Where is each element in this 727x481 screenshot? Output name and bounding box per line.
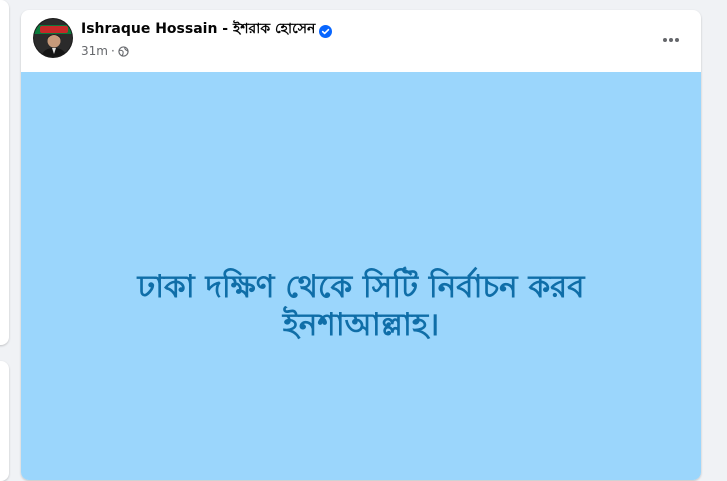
author-name-link[interactable]: Ishraque Hossain - ইশরাক হোসেন <box>81 17 315 41</box>
meta-separator: · <box>110 44 115 58</box>
left-column-card <box>0 361 9 481</box>
post-meta: 31m · <box>81 43 129 59</box>
post-body-line: ঢাকা দক্ষিণ থেকে সিটি নির্বাচন করব <box>137 269 585 305</box>
left-column-card <box>0 0 9 345</box>
post-author: Ishraque Hossain - ইশরাক হোসেন <box>81 17 333 41</box>
post-timestamp-link[interactable]: 31m <box>81 44 108 58</box>
post-body-line: ইনশাআল্লাহ। <box>282 307 440 343</box>
more-options-icon[interactable] <box>653 26 689 54</box>
globe-icon[interactable] <box>118 45 129 57</box>
profile-photo-icon <box>34 19 72 57</box>
post-header: Ishraque Hossain - ইশরাক হোসেন 31m · <box>21 10 701 72</box>
post-text-background[interactable]: ঢাকা দক্ষিণ থেকে সিটি নির্বাচন করব ইনশাআ… <box>21 72 701 480</box>
facebook-post: Ishraque Hossain - ইশরাক হোসেন 31m · ঢাক… <box>21 10 701 480</box>
verified-badge-icon <box>319 23 333 38</box>
avatar[interactable] <box>33 18 73 58</box>
post-body-text: ঢাকা দক্ষিণ থেকে সিটি নির্বাচন করব ইনশাআ… <box>21 268 701 344</box>
